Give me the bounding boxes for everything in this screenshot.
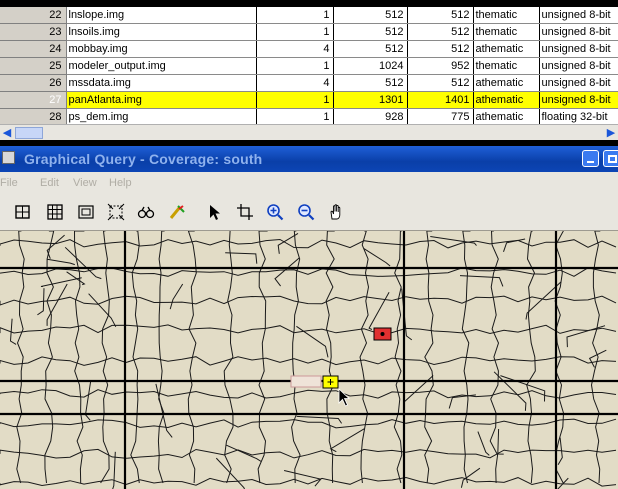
cell-columns: 512: [333, 23, 408, 41]
menu-bar: File Edit View Help: [0, 172, 618, 194]
scroll-right-icon[interactable]: ▶: [605, 127, 617, 139]
cell-rows: 952: [407, 57, 474, 75]
arrow-pointer-icon[interactable]: [207, 203, 225, 221]
cell-data-type: floating 32-bit: [539, 108, 618, 126]
table-top-edge: [0, 0, 618, 7]
cell-image-name: modeler_output.img: [66, 57, 257, 75]
scroll-thumb[interactable]: [15, 127, 43, 139]
cell-rows: 775: [407, 108, 474, 126]
cell-rows: 512: [407, 40, 474, 58]
table-row[interactable]: 25 modeler_output.img 1 1024 952 thematic unsi…: [0, 57, 618, 75]
cell-data-type: unsigned 8-bit: [539, 74, 618, 92]
binoculars-icon[interactable]: [137, 203, 155, 221]
cell-row-number: 23: [0, 23, 67, 41]
cell-columns: 512: [333, 74, 408, 92]
table-row[interactable]: 22 lnslope.img 1 512 512 thematic unsigned 8-b…: [0, 7, 618, 24]
cell-row-number: 22: [0, 7, 67, 24]
clear-selection-icon[interactable]: [168, 203, 186, 221]
table-row[interactable]: 23 lnsoils.img 1 512 512 thematic unsigned 8-b…: [0, 23, 618, 41]
selected-county-red[interactable]: [373, 327, 392, 341]
cell-columns: 512: [333, 7, 408, 24]
cell-layer-type: thematic: [473, 23, 540, 41]
frame-icon[interactable]: [77, 203, 95, 221]
cell-image-name: mobbay.img: [66, 40, 257, 58]
cell-row-number: 28: [0, 108, 67, 126]
cell-data-type: unsigned 8-bit: [539, 57, 618, 75]
cell-rows: 512: [407, 74, 474, 92]
cell-data-type: unsigned 8-bit: [539, 7, 618, 24]
table-row[interactable]: 27 panAtlanta.img 1 1301 1401 athematic unsign…: [0, 91, 618, 109]
cell-bands: 1: [256, 108, 334, 126]
cell-columns: 1024: [333, 57, 408, 75]
zoom-in-icon[interactable]: [266, 203, 284, 221]
cell-layer-type: thematic: [473, 7, 540, 24]
select-window-icon[interactable]: [14, 203, 32, 221]
image-table: 22 lnslope.img 1 512 512 thematic unsigned 8-b…: [0, 7, 618, 126]
map-canvas[interactable]: [0, 231, 618, 489]
cell-image-name: lnsoils.img: [66, 23, 257, 41]
scroll-left-icon[interactable]: ◀: [1, 127, 13, 139]
cell-columns: 512: [333, 40, 408, 58]
cell-bands: 4: [256, 74, 334, 92]
cell-row-number: 27: [0, 91, 67, 109]
cell-data-type: unsigned 8-bit: [539, 91, 618, 109]
cell-columns: 928: [333, 108, 408, 126]
window-icon: [2, 151, 15, 164]
cell-rows: 1401: [407, 91, 474, 109]
cell-data-type: unsigned 8-bit: [539, 23, 618, 41]
close-icon[interactable]: [603, 150, 618, 167]
table-icon[interactable]: [46, 203, 64, 221]
cell-bands: 1: [256, 57, 334, 75]
crop-icon[interactable]: [236, 203, 254, 221]
cell-image-name: lnslope.img: [66, 7, 257, 24]
cell-layer-type: athematic: [473, 40, 540, 58]
minimize-icon[interactable]: [582, 150, 599, 167]
horizontal-scrollbar[interactable]: ◀ ▶: [0, 124, 618, 140]
cell-row-number: 25: [0, 57, 67, 75]
cell-columns: 1301: [333, 91, 408, 109]
cell-layer-type: athematic: [473, 74, 540, 92]
cell-data-type: unsigned 8-bit: [539, 40, 618, 58]
cell-bands: 1: [256, 91, 334, 109]
selected-county-yellow[interactable]: [322, 375, 339, 389]
title-bar[interactable]: Graphical Query - Coverage: south: [0, 146, 618, 172]
cell-image-name: ps_dem.img: [66, 108, 257, 126]
cell-bands: 1: [256, 23, 334, 41]
cell-layer-type: thematic: [473, 57, 540, 75]
table-row[interactable]: 26 mssdata.img 4 512 512 athematic unsigned 8-…: [0, 74, 618, 92]
extent-icon[interactable]: [107, 203, 125, 221]
toolbar: [0, 194, 618, 231]
county-map: [0, 231, 618, 489]
zoom-out-icon[interactable]: [297, 203, 315, 221]
window-title: Graphical Query - Coverage: south: [24, 151, 263, 167]
menu-view[interactable]: View: [73, 177, 97, 189]
cell-rows: 512: [407, 7, 474, 24]
cell-row-number: 26: [0, 74, 67, 92]
menu-edit[interactable]: Edit: [40, 177, 59, 189]
table-row[interactable]: 28 ps_dem.img 1 928 775 athematic floating 32-…: [0, 108, 618, 126]
image-list-table: 22 lnslope.img 1 512 512 thematic unsigned 8-b…: [0, 0, 618, 140]
cell-row-number: 24: [0, 40, 67, 58]
mouse-cursor-icon: [338, 388, 351, 407]
menu-help[interactable]: Help: [109, 177, 132, 189]
cell-image-name: mssdata.img: [66, 74, 257, 92]
table-row[interactable]: 24 mobbay.img 4 512 512 athematic unsigned 8-b…: [0, 40, 618, 58]
pan-hand-icon[interactable]: [327, 203, 345, 221]
cell-rows: 512: [407, 23, 474, 41]
cell-bands: 1: [256, 7, 334, 24]
graphical-query-window: Graphical Query - Coverage: south File E…: [0, 146, 618, 489]
cell-bands: 4: [256, 40, 334, 58]
highlight-box: [290, 375, 322, 388]
menu-file[interactable]: File: [0, 177, 18, 189]
cell-image-name: panAtlanta.img: [66, 91, 257, 109]
cell-layer-type: athematic: [473, 91, 540, 109]
cell-layer-type: athematic: [473, 108, 540, 126]
